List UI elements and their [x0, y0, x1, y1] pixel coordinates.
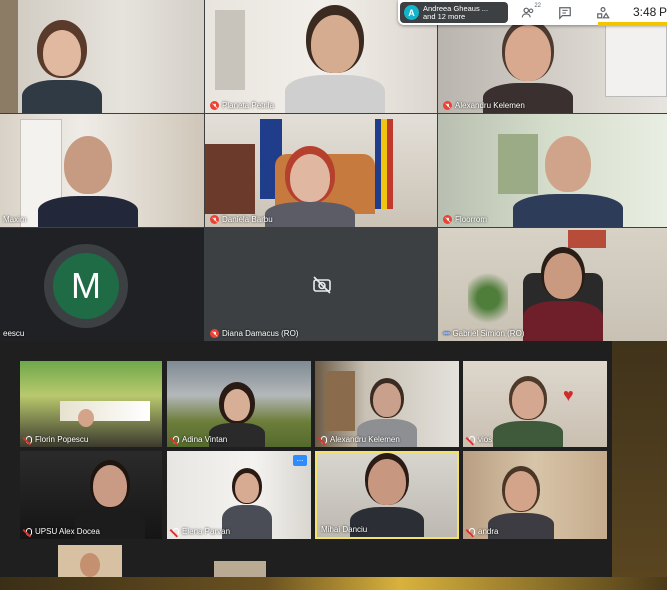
meet-grid: Planeta Petrila Alexandru Kelemen Maxim	[0, 0, 667, 341]
participant-video	[22, 30, 102, 113]
more-options-button[interactable]: ...	[293, 455, 307, 466]
participant-avatar: M	[53, 253, 119, 319]
accent-strip	[598, 22, 667, 26]
zoom-tile-row3-a[interactable]	[58, 545, 122, 577]
meet-tile-eescu[interactable]: M eescu	[0, 228, 204, 341]
mic-muted-icon	[24, 527, 32, 536]
meet-tile-1[interactable]	[0, 0, 204, 113]
mic-muted-icon	[171, 527, 179, 536]
activities-button[interactable]	[595, 5, 611, 21]
mic-muted-icon	[467, 435, 475, 444]
mic-muted-icon	[24, 435, 32, 444]
meet-tile-maxim[interactable]: Maxim	[0, 114, 204, 227]
people-button[interactable]: 22	[520, 3, 541, 21]
participant-video	[483, 25, 573, 113]
mic-off-icon	[210, 329, 219, 338]
mic-muted-icon	[319, 435, 327, 444]
participant-name: UPSU Alex Docea	[24, 527, 100, 536]
background-strip	[0, 577, 667, 590]
zoom-tile-row3-b[interactable]	[214, 561, 266, 577]
people-count: 22	[534, 3, 541, 9]
zoom-tile-vios[interactable]: ♥ vios	[463, 361, 607, 447]
meeting-clock: 3:48	[633, 5, 657, 19]
participant-name: andra	[467, 527, 498, 536]
heart-icon: ♥	[563, 385, 574, 405]
participant-name: Maxim	[3, 215, 27, 224]
participant-video	[493, 381, 563, 447]
participant-name: Elena Parvan	[171, 527, 230, 536]
meet-tile-floorrom[interactable]: Floorrom	[438, 114, 667, 227]
participant-name: Planeta Petrila	[210, 101, 274, 110]
participant-name: Alexandru Kelemen	[443, 101, 525, 110]
meet-tile-gabriel-simion[interactable]: ••• Gabriel Simion (RO)	[438, 228, 667, 341]
zoom-tile-mihai-danciu[interactable]: Mihai Danciu	[315, 451, 459, 539]
zoom-tile-elena-parvan[interactable]: ... Elena Parvan	[167, 451, 311, 539]
mic-off-icon	[443, 215, 452, 224]
meet-tile-daniela-barbu[interactable]: Daniela Barbu	[205, 114, 437, 227]
activities-icon	[597, 6, 610, 19]
presenter-avatar: A	[404, 5, 419, 20]
zoom-tile-upsu-alex-docea[interactable]: UPSU Alex Docea	[20, 451, 162, 539]
presenter-more: and 12 more	[423, 11, 466, 21]
zoom-tile-andra[interactable]: andra	[463, 451, 607, 539]
presenter-chip[interactable]: A Andreea Gheaus ... and 12 more	[400, 2, 508, 23]
participant-name: ••• Gabriel Simion (RO)	[443, 328, 525, 338]
participant-name: Adina Vintan	[171, 435, 227, 444]
zoom-gallery: Florin Popescu Adina Vintan Alexandru Ke…	[0, 341, 612, 577]
zoom-tile-florin-popescu[interactable]: Florin Popescu	[20, 361, 162, 447]
chat-icon	[559, 7, 571, 20]
participant-name: vios	[467, 435, 492, 444]
participant-name: eescu	[3, 329, 25, 338]
meeting-clock-suffix: P	[659, 5, 667, 19]
camera-off-icon	[312, 276, 332, 294]
mic-muted-icon	[171, 435, 179, 444]
participant-name: Florin Popescu	[24, 435, 88, 444]
mic-off-icon	[443, 101, 452, 110]
participant-video	[265, 154, 355, 227]
background-edge	[612, 341, 667, 577]
speaking-dots-icon: •••	[443, 328, 451, 338]
people-icon	[521, 7, 534, 18]
mic-off-icon	[210, 101, 219, 110]
participant-video	[523, 253, 603, 341]
participant-name: Daniela Barbu	[210, 215, 273, 224]
participant-name: Diana Damacus (RO)	[210, 329, 298, 338]
participant-video	[285, 15, 385, 113]
participant-name: Alexandru Kelemen	[319, 435, 400, 444]
participant-name: Floorrom	[443, 215, 487, 224]
chat-button[interactable]	[557, 5, 573, 21]
mic-off-icon	[210, 215, 219, 224]
participant-video	[38, 136, 138, 227]
zoom-tile-alexandru-kelemen[interactable]: Alexandru Kelemen	[315, 361, 459, 447]
participant-name: Mihai Danciu	[321, 525, 368, 534]
meet-tile-diana-damacus[interactable]: Diana Damacus (RO)	[205, 228, 437, 341]
zoom-tile-adina-vintan[interactable]: Adina Vintan	[167, 361, 311, 447]
mic-muted-icon	[467, 527, 475, 536]
participant-video	[513, 136, 623, 227]
